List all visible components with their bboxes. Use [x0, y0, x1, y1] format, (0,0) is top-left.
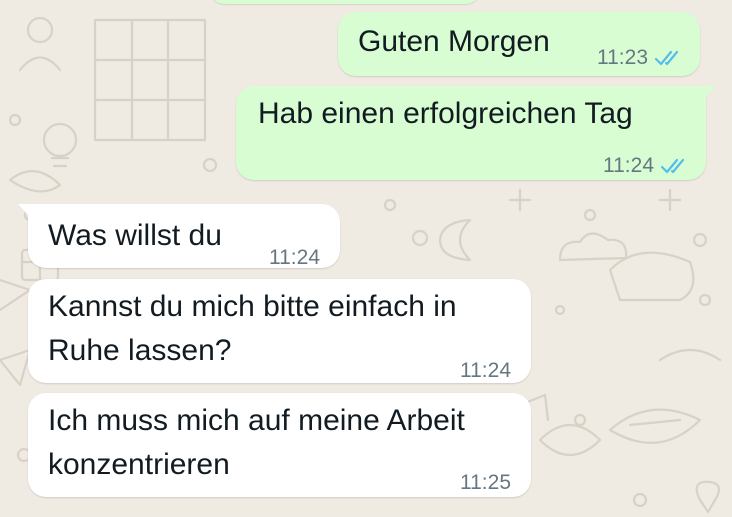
message-meta: 11:25 [460, 461, 511, 505]
previous-message-bubble [210, 0, 480, 4]
message-time: 11:25 [460, 471, 511, 494]
chat-area[interactable]: Guten Morgen 11:23 Hab einen erfolgreich… [0, 0, 732, 517]
message-incoming[interactable]: Kannst du mich bitte einfach in Ruhe las… [28, 279, 531, 383]
message-time: 11:24 [603, 154, 654, 177]
message-meta: 11:24 [269, 236, 320, 280]
double-check-icon [654, 50, 679, 66]
message-text: Hab einen erfolgreichen Tag [258, 97, 633, 130]
message-meta: 11:23 [597, 36, 684, 80]
message-outgoing[interactable]: Hab einen erfolgreichen Tag 11:24 [236, 86, 716, 180]
message-meta: 11:24 [603, 144, 690, 188]
double-check-icon [660, 158, 685, 174]
message-outgoing[interactable]: Guten Morgen 11:23 [338, 12, 700, 76]
message-time: 11:24 [269, 246, 320, 269]
message-line: konzentrieren [48, 448, 230, 481]
message-line: Ich muss mich auf meine Arbeit [48, 404, 465, 437]
message-text: Guten Morgen [358, 25, 550, 58]
message-text: Was willst du [48, 219, 222, 252]
message-line: Kannst du mich bitte einfach in [48, 290, 457, 323]
message-time: 11:23 [597, 46, 648, 69]
message-incoming[interactable]: Was willst du 11:24 [18, 204, 340, 269]
message-meta: 11:24 [460, 349, 511, 393]
message-time: 11:24 [460, 359, 511, 382]
message-line: Ruhe lassen? [48, 334, 232, 367]
message-incoming[interactable]: Ich muss mich auf meine Arbeit konzentri… [28, 393, 531, 497]
